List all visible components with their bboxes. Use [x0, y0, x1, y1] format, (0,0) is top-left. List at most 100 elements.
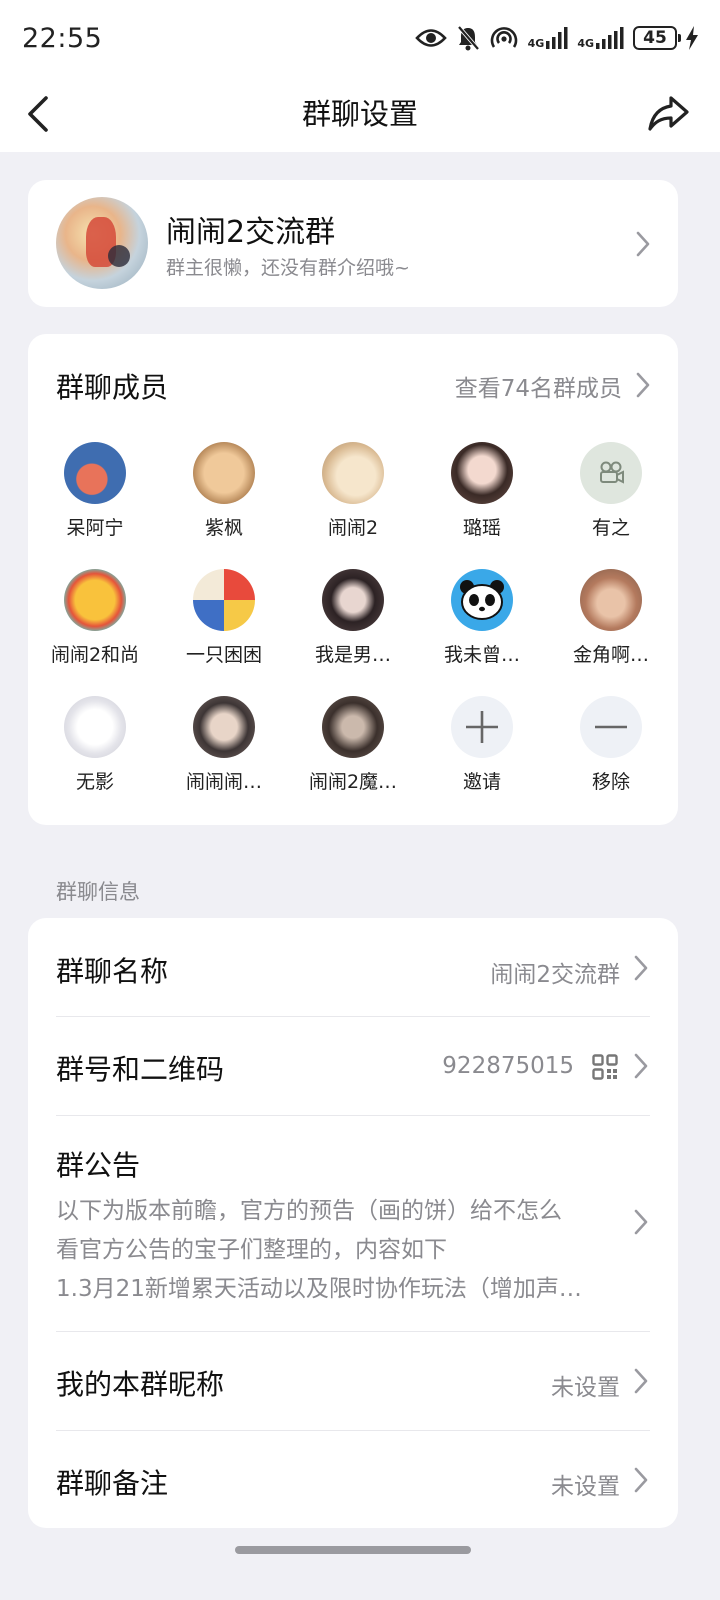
group-name-label: 群聊名称 [56, 955, 169, 988]
network-label-2: 4G [577, 37, 594, 50]
group-profile-card[interactable]: 闹闹2交流群 群主很懒，还没有群介绍哦~ [28, 180, 678, 307]
member-item[interactable]: 闹闹2和尚 [40, 569, 150, 667]
member-item[interactable]: 紫枫 [169, 442, 279, 540]
member-item[interactable]: 闹闹2魔… [298, 696, 408, 794]
group-notice-label: 群公告 [56, 1149, 141, 1182]
my-nickname-label: 我的本群昵称 [56, 1368, 225, 1401]
remove-circle [580, 696, 642, 758]
member-name: 有之 [591, 517, 630, 539]
plus-icon [466, 711, 498, 743]
member-avatar [322, 569, 384, 631]
group-name: 闹闹2交流群 [166, 215, 336, 250]
group-id-row[interactable]: 群号和二维码 922875015 [56, 1017, 650, 1115]
minus-icon [595, 725, 627, 729]
member-avatar [64, 569, 126, 631]
chevron-right-icon [634, 1053, 648, 1079]
panda-icon [460, 580, 504, 620]
member-avatar [64, 696, 126, 758]
members-title: 群聊成员 [56, 371, 169, 404]
member-avatar [193, 696, 255, 758]
group-name-row[interactable]: 群聊名称 闹闹2交流群 [56, 918, 650, 1016]
member-item[interactable]: 璐瑶 [427, 442, 537, 540]
nav-bar: 群聊设置 [0, 76, 720, 152]
remove-button[interactable]: 移除 [556, 696, 666, 794]
group-remark-label: 群聊备注 [56, 1467, 169, 1500]
my-nickname-row[interactable]: 我的本群昵称 未设置 [56, 1332, 650, 1430]
member-name: 闹闹闹… [185, 771, 262, 793]
member-avatar [322, 696, 384, 758]
member-avatar [193, 442, 255, 504]
battery-level: 45 [643, 28, 667, 48]
group-info-card: 群聊名称 闹闹2交流群 群号和二维码 922875015 群公告 以下为版本前瞻… [28, 918, 678, 1528]
member-name: 呆阿宁 [66, 517, 124, 539]
group-remark-value: 未设置 [551, 1474, 620, 1500]
status-bar: 22:55 4G 4G 45 [0, 0, 720, 76]
member-name: 无影 [75, 771, 114, 793]
notice-line: 1.3月21新增累天活动以及限时协作玩法（增加声… [56, 1276, 582, 1302]
invite-circle [451, 696, 513, 758]
eye-icon [414, 29, 447, 47]
notice-line: 以下为版本前瞻，官方的预告（画的饼）给不怎么 [56, 1198, 562, 1224]
signal-1: 4G [528, 27, 569, 49]
chevron-right-icon [636, 372, 650, 398]
member-name: 一只困困 [185, 644, 262, 666]
section-label-group-info: 群聊信息 [56, 880, 140, 904]
view-all-members-link[interactable]: 查看74名群成员 [455, 369, 622, 403]
battery-indicator: 45 [633, 26, 681, 50]
member-item[interactable]: 呆阿宁 [40, 442, 150, 540]
qr-code-icon [592, 1054, 618, 1080]
group-id-label: 群号和二维码 [56, 1053, 225, 1086]
member-item[interactable]: 有之 [556, 442, 666, 540]
status-icons: 4G 4G 45 [414, 25, 698, 51]
home-indicator[interactable] [235, 1546, 471, 1554]
share-arrow-icon [648, 96, 689, 131]
member-avatar [580, 442, 642, 504]
notice-line: 看官方公告的宝子们整理的，内容如下 [56, 1237, 447, 1263]
chevron-right-icon [634, 955, 648, 981]
member-name: 闹闹2 [327, 517, 379, 539]
group-avatar [56, 197, 148, 289]
member-item[interactable]: 无影 [40, 696, 150, 794]
group-id-value: 922875015 [442, 1053, 574, 1079]
member-name: 我未曾… [443, 644, 520, 666]
member-name: 闹闹2和尚 [50, 644, 140, 666]
group-notice-text: 以下为版本前瞻，官方的预告（画的饼）给不怎么 看官方公告的宝子们整理的，内容如下… [56, 1192, 616, 1309]
group-notice-row[interactable]: 群公告 以下为版本前瞻，官方的预告（画的饼）给不怎么 看官方公告的宝子们整理的，… [56, 1116, 650, 1331]
signal-bars-icon [546, 27, 568, 49]
members-card: 群聊成员 查看74名群成员 呆阿宁 紫枫 闹闹2 璐瑶 有之 闹闹2和尚 一只困… [28, 334, 678, 825]
my-nickname-value: 未设置 [551, 1375, 620, 1401]
member-item[interactable]: 金角啊… [556, 569, 666, 667]
signal-2: 4G [577, 27, 624, 49]
invite-button[interactable]: 邀请 [427, 696, 537, 794]
group-remark-row[interactable]: 群聊备注 未设置 [56, 1431, 650, 1528]
member-avatar [451, 442, 513, 504]
share-button[interactable] [644, 88, 694, 138]
member-avatar [64, 442, 126, 504]
group-name-value: 闹闹2交流群 [490, 962, 620, 988]
status-time: 22:55 [22, 22, 103, 54]
member-avatar [193, 569, 255, 631]
chevron-right-icon [634, 1368, 648, 1394]
remove-label: 移除 [591, 771, 630, 793]
member-item[interactable]: 一只困困 [169, 569, 279, 667]
member-name: 闹闹2魔… [308, 771, 398, 793]
member-item[interactable]: 闹闹2 [298, 442, 408, 540]
member-item[interactable]: 我未曾… [427, 569, 537, 667]
invite-label: 邀请 [462, 771, 501, 793]
member-avatar [580, 569, 642, 631]
member-name: 我是男… [314, 644, 391, 666]
member-name: 紫枫 [204, 517, 243, 539]
member-name: 璐瑶 [462, 517, 501, 539]
member-item[interactable]: 闹闹闹… [169, 696, 279, 794]
member-item[interactable]: 我是男… [298, 569, 408, 667]
member-name: 金角啊… [572, 644, 649, 666]
page-title: 群聊设置 [301, 97, 418, 131]
chevron-right-icon [634, 1209, 648, 1235]
member-avatar [322, 442, 384, 504]
network-label-1: 4G [527, 37, 545, 50]
group-description: 群主很懒，还没有群介绍哦~ [166, 257, 410, 279]
camera-icon [600, 461, 624, 484]
signal-bars-icon [596, 27, 624, 49]
hotspot-icon [490, 27, 517, 48]
chevron-right-icon [636, 231, 650, 257]
